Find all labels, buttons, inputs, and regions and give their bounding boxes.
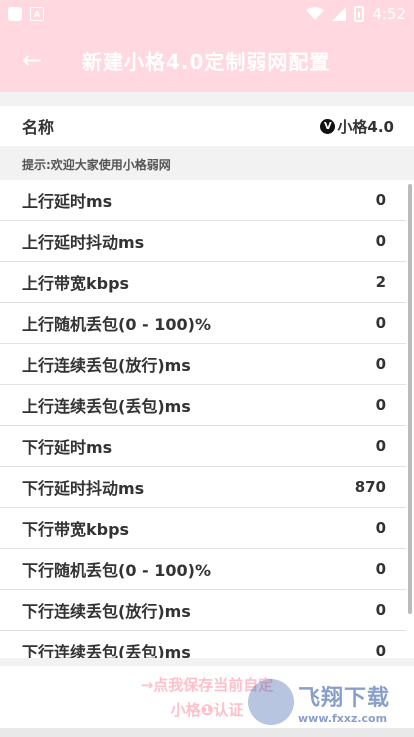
setting-value: 0 — [375, 642, 386, 658]
setting-label: 上行带宽kbps — [22, 274, 130, 293]
setting-label: 下行连续丢包(丢包)ms — [22, 643, 191, 658]
setting-value: 0 — [375, 560, 386, 578]
setting-value: 2 — [375, 273, 386, 291]
setting-label: 上行延时ms — [22, 192, 113, 211]
settings-list[interactable]: 上行延时ms 0 上行延时抖动ms 0 上行带宽kbps 2 上行随机丢包(0 … — [0, 180, 414, 658]
setting-label: 上行连续丢包(放行)ms — [22, 356, 191, 375]
setting-label: 上行随机丢包(0 - 100)% — [22, 315, 211, 334]
bottom-nav-bar — [0, 728, 414, 737]
name-value-text: 小格4.0 — [337, 117, 394, 136]
setting-value: 0 — [375, 232, 386, 250]
setting-row-up-random-loss[interactable]: 上行随机丢包(0 - 100)% 0 — [0, 303, 406, 344]
notification-app-icon: A — [30, 7, 44, 21]
page-title: 新建小格4.0定制弱网配置 — [82, 49, 331, 74]
setting-value: 0 — [375, 355, 386, 373]
setting-row-down-jitter[interactable]: 下行延时抖动ms 870 — [0, 467, 406, 508]
setting-row-down-burst-pass[interactable]: 下行连续丢包(放行)ms 0 — [0, 590, 406, 631]
name-row[interactable]: 名称 V 小格4.0 — [0, 106, 414, 146]
setting-label: 上行延时抖动ms — [22, 233, 145, 252]
watermark-sub: www.fxxz.com — [298, 711, 388, 725]
auth-label: 小格❶认证 — [170, 701, 244, 719]
watermark: 飞翔下载 www.fxxz.com — [248, 672, 408, 732]
setting-row-up-delay[interactable]: 上行延时ms 0 — [0, 180, 406, 221]
tip-text: 提示:欢迎大家使用小格弱网 — [22, 158, 171, 172]
setting-label: 下行延时抖动ms — [22, 479, 145, 498]
setting-value: 0 — [375, 191, 386, 209]
setting-label: 下行连续丢包(放行)ms — [22, 602, 191, 621]
name-label: 名称 — [22, 118, 55, 137]
setting-value: 0 — [375, 519, 386, 537]
signal-icon — [332, 7, 347, 21]
v-badge-icon: V — [320, 118, 336, 134]
setting-row-up-bandwidth[interactable]: 上行带宽kbps 2 — [0, 262, 406, 303]
watermark-logo-icon — [248, 679, 294, 725]
setting-label: 下行延时ms — [22, 438, 113, 457]
setting-row-up-burst-pass[interactable]: 上行连续丢包(放行)ms 0 — [0, 344, 406, 385]
setting-value: 0 — [375, 437, 386, 455]
setting-label: 上行连续丢包(丢包)ms — [22, 397, 191, 416]
watermark-main: 飞翔下载 — [298, 685, 391, 711]
setting-label: 下行带宽kbps — [22, 520, 130, 539]
setting-value: 0 — [375, 601, 386, 619]
app-bar: ← 新建小格4.0定制弱网配置 — [0, 28, 414, 92]
battery-icon — [354, 6, 365, 22]
setting-value: 0 — [375, 396, 386, 414]
notification-square-icon — [8, 7, 22, 21]
setting-value: 870 — [354, 478, 386, 496]
setting-row-down-random-loss[interactable]: 下行随机丢包(0 - 100)% 0 — [0, 549, 406, 590]
setting-label: 下行随机丢包(0 - 100)% — [22, 561, 211, 580]
status-bar: A 4:52 — [0, 0, 414, 28]
scrollbar[interactable] — [408, 184, 412, 614]
setting-value: 0 — [375, 314, 386, 332]
setting-row-down-burst-drop[interactable]: 下行连续丢包(丢包)ms 0 — [0, 631, 406, 658]
setting-row-down-delay[interactable]: 下行延时ms 0 — [0, 426, 406, 467]
status-time: 4:52 — [372, 5, 406, 23]
wifi-icon — [306, 7, 325, 20]
setting-row-up-burst-drop[interactable]: 上行连续丢包(丢包)ms 0 — [0, 385, 406, 426]
back-arrow-icon[interactable]: ← — [0, 28, 64, 92]
setting-row-down-bandwidth[interactable]: 下行带宽kbps 0 — [0, 508, 406, 549]
setting-row-up-jitter[interactable]: 上行延时抖动ms 0 — [0, 221, 406, 262]
name-value: V 小格4.0 — [320, 116, 394, 137]
